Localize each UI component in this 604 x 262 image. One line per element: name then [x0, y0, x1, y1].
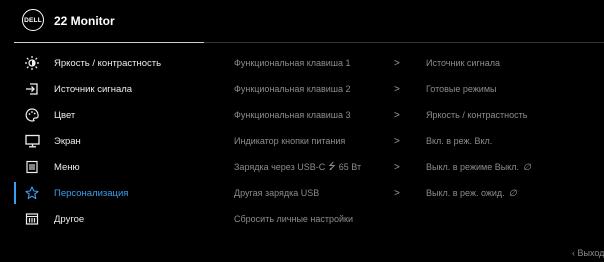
setting-row-reset-personalization[interactable]: Сбросить личные настройки	[234, 206, 594, 232]
menu-item-color[interactable]: Цвет	[14, 102, 214, 128]
menu-label: Персонализация	[54, 187, 129, 199]
menu-label: Меню	[54, 161, 80, 173]
menu-label: Цвет	[54, 109, 76, 121]
setting-row-function-key-2[interactable]: Функциональная клавиша 2 > Готовые режим…	[234, 76, 594, 102]
setting-row-power-led[interactable]: Индикатор кнопки питания > Вкл. в реж. В…	[234, 128, 594, 154]
setting-label: Функциональная клавиша 2	[234, 84, 351, 94]
setting-label: Другая зарядка USB	[234, 188, 320, 198]
setting-value-text: Выкл. в режиме Выкл.	[426, 162, 519, 172]
menu-item-other[interactable]: Другое	[14, 206, 214, 232]
osd-menu: DELL 22 Monitor Яркость / контрастность …	[0, 0, 604, 262]
menu-item-display[interactable]: Экран	[14, 128, 214, 154]
osd-header: DELL 22 Monitor	[0, 0, 604, 42]
color-palette-icon	[24, 107, 40, 123]
setting-value: Вкл. в реж. Вкл.	[426, 136, 493, 146]
setting-label-suffix: 65 Вт	[338, 162, 362, 172]
menu-item-personalize[interactable]: Персонализация	[14, 180, 214, 206]
menu-item-input-source[interactable]: Источник сигнала	[14, 76, 214, 102]
chevron-right-icon: >	[394, 57, 400, 69]
display-monitor-icon	[24, 133, 40, 149]
header-divider-left	[14, 42, 204, 43]
setting-value: Источник сигнала	[426, 58, 500, 68]
setting-label-prefix: Зарядка через USB-C	[234, 162, 326, 172]
setting-row-usbc-charging[interactable]: Зарядка через USB-C ⭍ 65 Вт > Выкл. в ре…	[234, 154, 594, 180]
setting-value: Готовые режимы	[426, 84, 497, 94]
menu-item-brightness[interactable]: Яркость / контрастность	[14, 50, 214, 76]
setting-row-other-usb-charging[interactable]: Другая зарядка USB > Выкл. в реж. ожид. …	[234, 180, 594, 206]
chevron-right-icon: >	[394, 135, 400, 147]
star-icon	[24, 185, 40, 201]
setting-label: Сбросить личные настройки	[234, 214, 354, 224]
menu-label: Другое	[54, 213, 85, 225]
setting-row-function-key-1[interactable]: Функциональная клавиша 1 > Источник сигн…	[234, 50, 594, 76]
setting-label: Функциональная клавиша 3	[234, 110, 351, 120]
setting-label: Индикатор кнопки питания	[234, 136, 346, 146]
chevron-right-icon: >	[394, 161, 400, 173]
header-divider-right	[204, 42, 604, 43]
other-settings-icon	[24, 211, 40, 227]
menu-label: Источник сигнала	[54, 83, 133, 95]
brightness-icon	[24, 55, 40, 71]
menu-label: Экран	[54, 135, 81, 147]
energy-saving-icon: ∅	[522, 161, 531, 172]
main-menu: Яркость / контрастность Источник сигнала…	[14, 50, 214, 232]
setting-value-text: Выкл. в реж. ожид.	[426, 188, 505, 198]
energy-saving-icon: ∅	[508, 187, 517, 198]
menu-item-menu[interactable]: Меню	[14, 154, 214, 180]
chevron-right-icon: >	[394, 83, 400, 95]
setting-value: Яркость / контрастность	[426, 110, 528, 120]
setting-label: Зарядка через USB-C ⭍ 65 Вт	[234, 159, 394, 175]
monitor-title: 22 Monitor	[54, 14, 115, 28]
setting-value: Выкл. в режиме Выкл. ∅	[426, 162, 531, 173]
logo-text: DELL	[24, 16, 42, 24]
chevron-right-icon: >	[394, 187, 400, 199]
menu-label: Яркость / контрастность	[54, 57, 162, 69]
exit-button[interactable]: ‹ Выход	[572, 248, 604, 258]
setting-label: Функциональная клавиша 1	[234, 58, 351, 68]
menu-list-icon	[24, 159, 40, 175]
setting-value: Выкл. в реж. ожид. ∅	[426, 188, 517, 199]
usb-icon: ⭍	[328, 161, 336, 171]
chevron-right-icon: >	[394, 109, 400, 121]
settings-panel: Функциональная клавиша 1 > Источник сигн…	[234, 50, 594, 232]
dell-logo: DELL	[22, 9, 44, 31]
setting-row-function-key-3[interactable]: Функциональная клавиша 3 > Яркость / кон…	[234, 102, 594, 128]
input-source-icon	[24, 81, 40, 97]
